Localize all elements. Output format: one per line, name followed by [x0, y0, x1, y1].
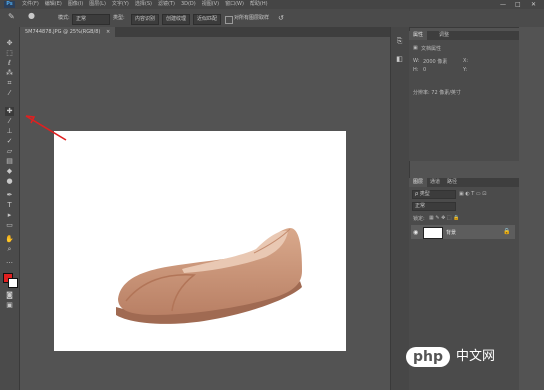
eraser-tool-icon[interactable]: ▱ — [5, 147, 14, 156]
proximity-match-button[interactable]: 近似匹配 — [193, 14, 222, 25]
properties-panel-header: 属性 调整 — [409, 31, 519, 40]
adjustments-panel-icon[interactable]: ◧ — [395, 55, 404, 64]
width-value[interactable]: 2000 像素 — [423, 58, 447, 65]
gradient-tool-icon[interactable]: ▤ — [5, 157, 14, 166]
mode-label: 模式: — [58, 15, 70, 21]
lock-icons[interactable]: ▦ ✎ ✥ ⬚ 🔒 — [429, 215, 459, 221]
quick-mask-icon[interactable]: ◙ — [5, 291, 14, 300]
tab-layers[interactable]: 图层 — [409, 178, 428, 187]
menu-select[interactable]: 选择(S) — [135, 1, 152, 8]
layer-filter-select[interactable]: ρ 类型 — [412, 190, 456, 199]
mode-select[interactable]: 正常 — [72, 14, 110, 25]
tools-panel: ✥ ⬚ ℓ ⁂ ⌗ ⁄ ✚ ⁄ ⊥ ✓ ▱ ▤ ◆ ● ✒ T ▸ ▭ ✋ ⌕ … — [0, 27, 20, 390]
menu-view[interactable]: 视图(V) — [202, 1, 219, 8]
more-tools-icon[interactable]: … — [5, 257, 14, 266]
layer-thumbnail — [423, 227, 443, 239]
sample-all-layers-label: 对所有图层取样 — [234, 15, 270, 21]
clone-stamp-tool-icon[interactable]: ⊥ — [5, 127, 14, 136]
zoom-tool-icon[interactable]: ⌕ — [5, 245, 14, 254]
document-tab[interactable]: 5M744878.JPG @ 25%(RGB/8) × — [20, 27, 116, 37]
document-tab-bar: 5M744878.JPG @ 25%(RGB/8) × — [20, 27, 390, 37]
close-window-button[interactable]: ✕ — [531, 1, 536, 8]
blur-tool-icon[interactable]: ◆ — [5, 167, 14, 176]
layer-row-background[interactable]: ◉ 背景 🔒 — [411, 225, 515, 239]
x-value[interactable]: 0 — [423, 67, 426, 73]
x-label: X: — [463, 58, 469, 64]
sample-all-layers-checkbox[interactable] — [225, 16, 233, 24]
shoe-image — [116, 228, 302, 324]
height-label: H: — [413, 67, 419, 73]
properties-panel: 属性 调整 ▣ 文档属性 W: 2000 像素 X: H: 0 Y: 分辨率: … — [409, 31, 519, 161]
menu-window[interactable]: 窗口(W) — [225, 1, 244, 8]
menu-image[interactable]: 图像(I) — [68, 1, 83, 8]
screen-mode-icon[interactable]: ▣ — [5, 301, 14, 310]
document-tab-close-icon[interactable]: × — [106, 29, 110, 35]
background-color-swatch[interactable] — [8, 278, 18, 288]
marquee-tool-icon[interactable]: ⬚ — [5, 49, 14, 58]
document-tab-title: 5M744878.JPG @ 25%(RGB/8) — [25, 29, 101, 35]
right-dock-gutter — [519, 27, 544, 390]
quick-select-tool-icon[interactable]: ⁂ — [5, 69, 14, 78]
menu-help[interactable]: 帮助(H) — [250, 1, 268, 8]
hand-tool-icon[interactable]: ✋ — [5, 235, 14, 244]
php-logo: php — [406, 347, 450, 367]
maximize-button[interactable]: □ — [515, 1, 521, 8]
brush-tool-icon[interactable]: ⁄ — [5, 117, 14, 126]
tab-properties[interactable]: 属性 — [409, 31, 428, 40]
tab-adjustments[interactable]: 调整 — [435, 31, 453, 40]
width-label: W: — [413, 58, 420, 64]
path-select-tool-icon[interactable]: ▸ — [5, 211, 14, 220]
y-label: Y: — [463, 67, 468, 73]
menu-edit[interactable]: 编辑(E) — [45, 1, 62, 8]
document-properties-title: 文档属性 — [421, 46, 442, 52]
menu-3d[interactable]: 3D(D) — [181, 1, 196, 8]
annotation-arrow — [25, 115, 67, 141]
healing-brush-tool-icon[interactable]: ✚ — [5, 107, 14, 116]
layer-name[interactable]: 背景 — [446, 229, 456, 236]
photoshop-logo-icon: Ps — [4, 1, 15, 8]
menu-filter[interactable]: 滤镜(T) — [158, 1, 175, 8]
options-bar: ✎ ● 模式: 正常 类型: 内容识别 创建纹理 近似匹配 对所有图层取样 ↺ — [0, 9, 544, 28]
spot-healing-brush-icon[interactable]: ✎ — [8, 12, 15, 21]
type-content-aware-button[interactable]: 内容识别 — [131, 14, 160, 25]
watermark-site-text: 中文网 — [456, 349, 496, 364]
blend-mode-select[interactable]: 正常 — [412, 202, 456, 211]
minimize-button[interactable]: — — [500, 1, 506, 8]
tab-channels[interactable]: 通道 — [426, 178, 444, 187]
document-properties-icon: ▣ — [413, 45, 418, 51]
history-brush-tool-icon[interactable]: ✓ — [5, 137, 14, 146]
menu-items: 文件(F) 编辑(E) 图像(I) 图层(L) 文字(Y) 选择(S) 滤镜(T… — [22, 1, 268, 8]
layer-lock-icon: 🔒 — [503, 228, 511, 235]
menu-layer[interactable]: 图层(L) — [89, 1, 106, 8]
type-tool-icon[interactable]: T — [5, 201, 14, 210]
shape-tool-icon[interactable]: ▭ — [5, 221, 14, 230]
type-label: 类型: — [113, 15, 125, 21]
watermark: php 中文网 — [406, 345, 541, 369]
create-texture-button[interactable]: 创建纹理 — [162, 14, 191, 25]
eyedropper-tool-icon[interactable]: ⁄ — [5, 89, 14, 98]
dodge-tool-icon[interactable]: ● — [5, 177, 14, 186]
menu-file[interactable]: 文件(F) — [22, 1, 39, 8]
pen-tool-icon[interactable]: ✒ — [5, 191, 14, 200]
menu-type[interactable]: 文字(Y) — [112, 1, 129, 8]
lock-label: 锁定: — [413, 216, 425, 222]
panel-icon-strip: ⎘ ◧ — [390, 27, 410, 390]
resolution-text: 分辨率: 72 像素/英寸 — [413, 90, 461, 96]
crop-tool-icon[interactable]: ⌗ — [5, 79, 14, 88]
document-canvas[interactable] — [54, 131, 346, 351]
layer-visibility-eye-icon[interactable]: ◉ — [413, 229, 418, 236]
tab-paths[interactable]: 路径 — [443, 178, 461, 187]
move-tool-icon[interactable]: ✥ — [5, 39, 14, 48]
brush-size-picker-icon[interactable]: ● — [28, 11, 35, 20]
filter-icons[interactable]: ▣ ◐ T ▭ ⊡ — [459, 191, 486, 197]
layers-panel-header: 图层 通道 路径 — [409, 178, 519, 187]
history-panel-icon[interactable]: ⎘ — [395, 37, 404, 46]
pressure-icon[interactable]: ↺ — [278, 14, 284, 23]
lasso-tool-icon[interactable]: ℓ — [5, 59, 14, 68]
menu-bar: Ps 文件(F) 编辑(E) 图像(I) 图层(L) 文字(Y) 选择(S) 滤… — [0, 0, 544, 9]
